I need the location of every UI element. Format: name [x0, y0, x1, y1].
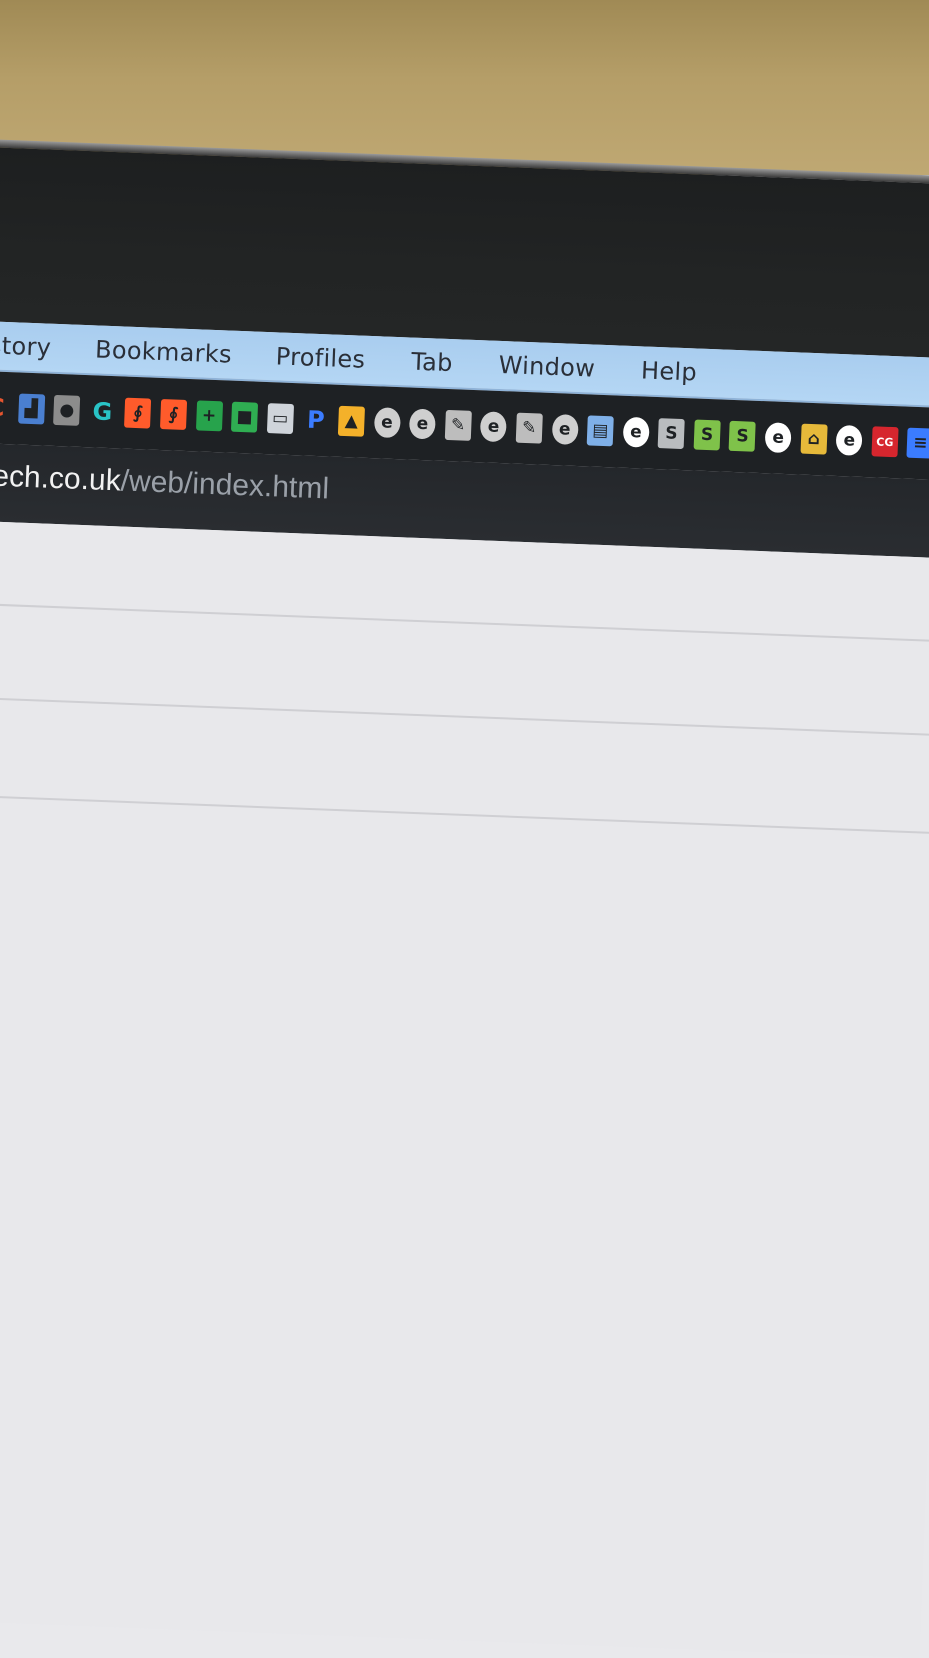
e-circle-icon[interactable]: e — [408, 408, 437, 440]
e-circle-icon[interactable]: e — [764, 422, 792, 454]
url-text[interactable]: tech.co.uk/web/index.html — [0, 459, 330, 506]
e-circle-icon[interactable]: e — [480, 411, 508, 443]
orange-swirl-icon[interactable]: ∮ — [124, 397, 152, 429]
menu-help[interactable]: Help — [641, 356, 698, 386]
content-divider — [0, 695, 929, 737]
e-circle-icon[interactable]: e — [373, 407, 401, 439]
g-logo-icon[interactable]: G — [89, 396, 116, 427]
menu-bookmarks[interactable]: Bookmarks — [95, 335, 233, 368]
green-square-icon[interactable]: ■ — [231, 401, 259, 433]
menu-profiles[interactable]: Profiles — [275, 342, 366, 373]
cg-logo-icon[interactable]: CG — [871, 426, 899, 458]
folder-icon[interactable]: ▤ — [586, 415, 614, 447]
url-path: /web/index.html — [120, 464, 330, 506]
screen-icon[interactable]: ▭ — [266, 403, 294, 435]
menu-window[interactable]: Window — [498, 351, 595, 383]
monitor-screen: story Bookmarks Profiles Tab Window Help… — [0, 60, 929, 1658]
shopify-bag-icon[interactable]: S — [693, 419, 721, 451]
firebase-icon[interactable]: ▲ — [337, 405, 365, 437]
e-circle-icon[interactable]: e — [835, 424, 863, 456]
shopify-bag-icon[interactable]: S — [657, 418, 686, 450]
content-divider — [0, 793, 929, 835]
e-circle-icon[interactable]: e — [551, 413, 579, 445]
url-host: tech.co.uk — [0, 459, 122, 498]
page-icon[interactable]: ✎ — [444, 409, 472, 441]
page-content — [0, 519, 929, 1658]
blue-p-icon[interactable]: P — [302, 404, 329, 435]
shopify-bag-icon[interactable]: S — [729, 420, 757, 452]
c-logo-icon[interactable]: C — [0, 392, 9, 423]
padlock-icon[interactable]: ⌂ — [800, 423, 828, 455]
menu-tab[interactable]: Tab — [411, 348, 454, 378]
content-divider — [0, 601, 929, 643]
apple-icon[interactable]: ● — [53, 394, 81, 426]
menu-history[interactable]: story — [0, 331, 52, 361]
page-icon[interactable]: ✎ — [515, 412, 543, 444]
orange-swirl-icon[interactable]: ∮ — [159, 398, 188, 430]
chart-icon[interactable]: ▟ — [17, 393, 45, 425]
green-plus-icon[interactable]: + — [195, 400, 223, 432]
list-icon[interactable]: ≡ — [906, 427, 929, 459]
e-circle-icon[interactable]: e — [622, 416, 650, 448]
